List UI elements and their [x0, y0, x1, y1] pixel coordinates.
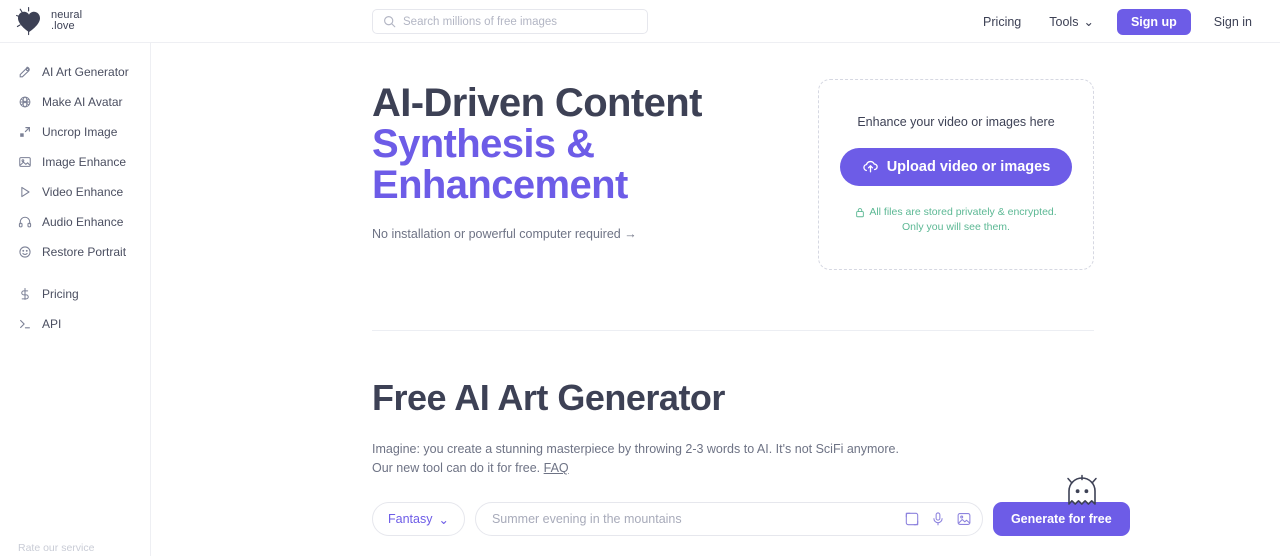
sidebar-item-label: AI Art Generator [42, 65, 129, 79]
search-icon [384, 16, 396, 28]
sidebar-divider-gap [0, 267, 150, 279]
generate-button-wrap: Generate for free [992, 474, 1130, 536]
headphones-icon [18, 215, 32, 229]
hero-title-line2: Synthesis & [372, 122, 595, 166]
sidebar-item-label: Uncrop Image [42, 125, 118, 139]
lock-icon [856, 207, 865, 217]
hero-section: AI-Driven Content Synthesis & Enhancemen… [372, 83, 702, 242]
prompt-input[interactable] [491, 512, 894, 526]
sidebar-item-ai-art-generator[interactable]: AI Art Generator [0, 57, 150, 87]
sidebar-item-label: Pricing [42, 287, 79, 301]
hero-subtitle[interactable]: No installation or powerful computer req… [372, 227, 702, 241]
sidebar-item-video-enhance[interactable]: Video Enhance [0, 177, 150, 207]
upload-dropzone[interactable]: Enhance your video or images here Upload… [818, 79, 1094, 270]
generator-heading: Free AI Art Generator [372, 377, 725, 418]
ghost-mascot-icon [1067, 474, 1097, 505]
sidebar-item-label: Video Enhance [42, 185, 124, 199]
cloud-upload-icon [862, 160, 878, 173]
page-root: neural .love Pricing Tools ⌄ Sign up Sig… [0, 0, 1280, 556]
dollar-sign-icon [18, 287, 32, 301]
sidebar-item-make-ai-avatar[interactable]: Make AI Avatar [0, 87, 150, 117]
chevron-down-icon: ⌄ [438, 512, 449, 527]
brand-name: neural .love [51, 9, 82, 33]
generator-section: Free AI Art Generator Imagine: you creat… [372, 377, 899, 478]
sidebar-footer-note[interactable]: Rate our service [0, 542, 94, 556]
sidebar: AI Art Generator Make AI Avatar Uncrop I… [0, 43, 151, 556]
upload-card-title: Enhance your video or images here [857, 114, 1055, 129]
section-divider [372, 330, 1094, 331]
image-icon [18, 155, 32, 169]
header-nav: Pricing Tools ⌄ Sign up Sign in [969, 0, 1266, 43]
play-triangle-icon [18, 185, 32, 199]
style-dropdown[interactable]: Fantasy ⌄ [372, 502, 465, 536]
generator-description-line2-text: Our new tool can do it for free. [372, 461, 544, 475]
sidebar-item-pricing[interactable]: Pricing [0, 279, 150, 309]
sidebar-item-label: Audio Enhance [42, 215, 124, 229]
privacy-line-1: All files are stored privately & encrypt… [869, 205, 1057, 218]
expand-arrows-icon [18, 125, 32, 139]
brand-name-line2: .love [51, 20, 75, 32]
sidebar-item-api[interactable]: API [0, 309, 150, 339]
avatar-globe-icon [18, 95, 32, 109]
nav-signin[interactable]: Sign in [1200, 15, 1266, 29]
nav-signin-label: Sign in [1213, 14, 1252, 29]
upload-button-label: Upload video or images [886, 158, 1051, 175]
search-input[interactable] [403, 15, 637, 28]
top-header: neural .love Pricing Tools ⌄ Sign up Sig… [0, 0, 1280, 43]
microphone-icon[interactable] [930, 511, 946, 527]
generator-description: Imagine: you create a stunning masterpie… [372, 440, 899, 478]
page-title: AI-Driven Content Synthesis & Enhancemen… [372, 83, 702, 206]
smiley-face-icon [18, 245, 32, 259]
main-content: AI-Driven Content Synthesis & Enhancemen… [151, 43, 1280, 556]
privacy-line-2: Only you will see them. [902, 220, 1010, 233]
prompt-field[interactable] [474, 502, 983, 536]
generator-description-line2: Our new tool can do it for free. FAQ [372, 459, 899, 478]
nav-pricing[interactable]: Pricing [969, 15, 1035, 29]
hero-title-line3: Enhancement [372, 163, 628, 207]
prompt-row: Fantasy ⌄ Summer evening in the mountain… [372, 474, 1130, 536]
sidebar-item-label: Make AI Avatar [42, 95, 123, 109]
sidebar-item-restore-portrait[interactable]: Restore Portrait [0, 237, 150, 267]
sidebar-item-label: Image Enhance [42, 155, 127, 169]
brand-logo[interactable]: neural .love [0, 0, 151, 43]
sidebar-item-audio-enhance[interactable]: Audio Enhance [0, 207, 150, 237]
sidebar-item-label: API [42, 317, 62, 331]
chevron-down-icon: ⌄ [1083, 15, 1094, 29]
terminal-prompt-icon [18, 317, 32, 331]
sidebar-item-image-enhance[interactable]: Image Enhance [0, 147, 150, 177]
style-dropdown-value: Fantasy [388, 512, 433, 526]
nav-tools-label: Tools [1049, 14, 1079, 29]
aspect-ratio-icon[interactable] [904, 511, 920, 527]
magic-wand-icon [18, 65, 32, 79]
faq-link[interactable]: FAQ [544, 461, 569, 475]
nav-tools[interactable]: Tools ⌄ [1035, 14, 1108, 30]
privacy-note: All files are stored privately & encrypt… [855, 205, 1057, 235]
generator-description-line1: Imagine: you create a stunning masterpie… [372, 442, 899, 456]
nav-pricing-label: Pricing [983, 14, 1022, 29]
signup-button[interactable]: Sign up [1116, 8, 1191, 35]
heart-sparkle-icon [16, 6, 40, 36]
hero-title-line1: AI-Driven Content [372, 81, 702, 125]
upload-button[interactable]: Upload video or images [839, 147, 1073, 186]
image-upload-icon[interactable] [956, 511, 972, 527]
search-box[interactable] [372, 9, 648, 34]
sidebar-item-uncrop-image[interactable]: Uncrop Image [0, 117, 150, 147]
sidebar-item-label: Restore Portrait [42, 245, 127, 259]
